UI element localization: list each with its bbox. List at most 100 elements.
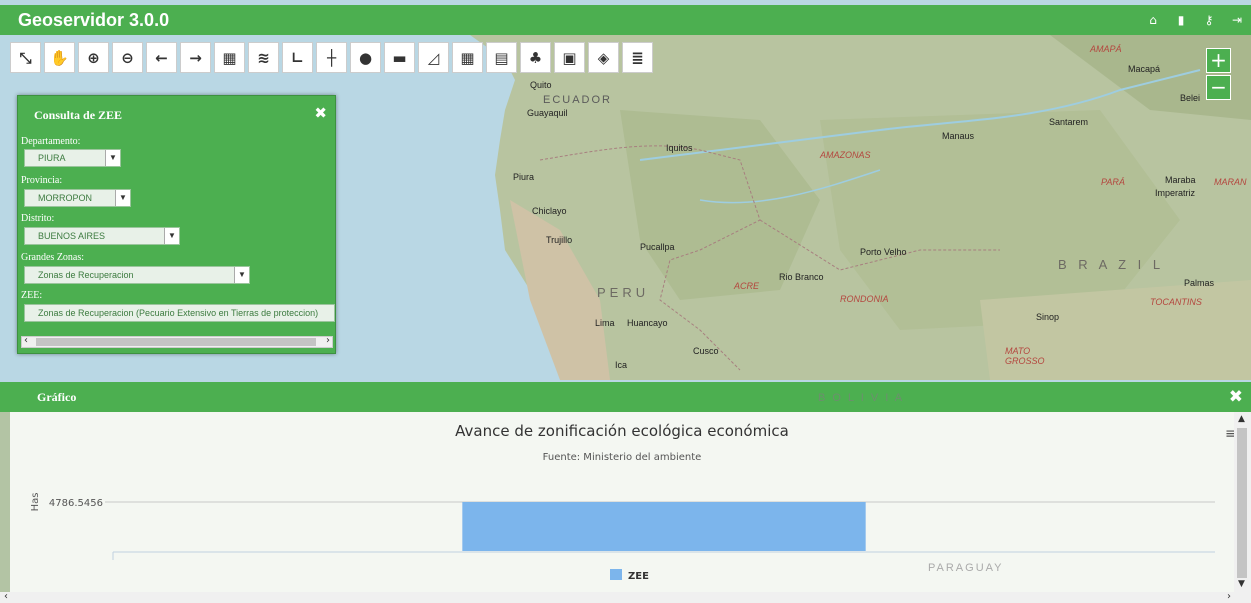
- map-label-manaus: Manaus: [942, 131, 975, 141]
- map-label-acre: ACRE: [734, 281, 760, 291]
- map-label-iquitos: Iquitos: [666, 143, 693, 153]
- chart-panel-title: Gráfico: [37, 390, 77, 404]
- departamento-label: Departamento:: [21, 136, 81, 147]
- map-label-palmas: Palmas: [1184, 278, 1215, 288]
- zoom-in-icon[interactable]: ⊕: [78, 42, 109, 73]
- map-label-belem: Belei: [1180, 93, 1201, 103]
- provincia-value: MORROPON: [38, 193, 92, 203]
- scroll-left-icon[interactable]: ‹: [24, 335, 28, 346]
- map-label-maran: MARAN: [1214, 177, 1247, 187]
- panel-horizontal-scrollbar[interactable]: ‹ ›: [21, 335, 333, 348]
- map-label-guayaquil: Guayaquil: [527, 108, 568, 118]
- distrito-select[interactable]: BUENOS AIRES ▼: [24, 227, 180, 245]
- map-label-peru: PERU: [597, 285, 650, 300]
- map-label-lima: Lima: [595, 318, 615, 328]
- back-arrow-icon[interactable]: ←: [146, 42, 177, 73]
- logout-icon[interactable]: ⇥: [1223, 5, 1251, 35]
- map-label-huancayo: Huancayo: [627, 318, 668, 328]
- lock-document-icon[interactable]: ▣: [554, 42, 585, 73]
- y-axis-title: Has: [30, 493, 41, 512]
- grandes-zonas-select[interactable]: Zonas de Recuperacion ▼: [24, 266, 250, 284]
- chevron-down-icon: ▼: [164, 228, 179, 244]
- map-label-tocantins: TOCANTINS: [1150, 297, 1202, 307]
- close-icon[interactable]: ✖: [314, 104, 327, 122]
- book-icon[interactable]: ▮: [1167, 5, 1195, 35]
- map-label-porto-velho: Porto Velho: [860, 247, 907, 257]
- map-marker-icon[interactable]: ◈: [588, 42, 619, 73]
- zee-select[interactable]: Zonas de Recuperacion (Pecuario Extensiv…: [24, 304, 335, 322]
- scrollbar-thumb[interactable]: [36, 338, 316, 346]
- map-label-imperatriz: Imperatriz: [1155, 188, 1196, 198]
- chart-panel-header: Gráfico B O L I V I A ✖: [0, 382, 1251, 412]
- pan-hand-icon[interactable]: ✋: [44, 42, 75, 73]
- scroll-right-icon[interactable]: ›: [326, 335, 330, 346]
- map-label-amazonas: AMAZONAS: [820, 150, 871, 160]
- map-label-rondonia: RONDONIA: [840, 294, 889, 304]
- measure-distance-icon[interactable]: ∟: [282, 42, 313, 73]
- provincia-label: Provincia:: [21, 175, 63, 186]
- header-actions: ⌂ ▮ ⚷ ⇥: [1139, 5, 1251, 35]
- grid-table-icon[interactable]: ▦: [452, 42, 483, 73]
- chevron-down-icon: ▼: [105, 150, 120, 166]
- map-label-ecuador: ECUADOR: [543, 94, 613, 106]
- chart-horizontal-scrollbar[interactable]: ‹ ›: [0, 591, 1251, 603]
- map-toolbar: ⤡ ✋ ⊕ ⊖ ← → ▦ ≋ ∟ ┼ ● ▬ ◿ ▦ ▤ ♣ ▣ ◈ ≣: [10, 42, 656, 73]
- coordinates-icon[interactable]: ┼: [316, 42, 347, 73]
- y-tick-label: 4786.5456: [49, 498, 103, 509]
- home-icon[interactable]: ⌂: [1139, 5, 1167, 35]
- chart-vertical-scrollbar[interactable]: ▲ ▼: [1234, 412, 1251, 592]
- scroll-right-icon[interactable]: ›: [1227, 591, 1231, 602]
- table-edit-icon[interactable]: ▤: [486, 42, 517, 73]
- bar-chart: 4786.5456 Has ZEE: [30, 493, 1215, 582]
- forward-arrow-icon[interactable]: →: [180, 42, 211, 73]
- zee-value: Zonas de Recuperacion (Pecuario Extensiv…: [38, 308, 319, 318]
- grandes-zonas-value: Zonas de Recuperacion: [38, 270, 134, 280]
- zoom-in-button[interactable]: +: [1206, 48, 1231, 73]
- area-chart-icon[interactable]: ◿: [418, 42, 449, 73]
- zoom-out-icon[interactable]: ⊖: [112, 42, 143, 73]
- grandes-zonas-label: Grandes Zonas:: [21, 252, 85, 263]
- close-icon[interactable]: ✖: [1229, 387, 1243, 407]
- map-label-santarem: Santarem: [1049, 117, 1089, 127]
- zee-panel-title: Consulta de ZEE: [34, 108, 123, 122]
- map-label-cusco: Cusco: [693, 346, 719, 356]
- info-icon[interactable]: ●: [350, 42, 381, 73]
- zoom-control: + −: [1206, 48, 1231, 102]
- layers-icon[interactable]: ≋: [248, 42, 279, 73]
- distrito-value: BUENOS AIRES: [38, 231, 106, 241]
- map-label-maraba: Maraba: [1165, 175, 1196, 185]
- provincia-select[interactable]: MORROPON ▼: [24, 189, 131, 207]
- map-label-macapa: Macapá: [1128, 64, 1161, 74]
- scroll-up-icon[interactable]: ▲: [1238, 414, 1245, 424]
- distrito-label: Distrito:: [21, 213, 55, 224]
- map-label-quito: Quito: [530, 80, 552, 90]
- departamento-value: PIURA: [38, 153, 66, 163]
- map-label-bolivia: B O L I V I A: [818, 392, 905, 404]
- print-icon[interactable]: ▬: [384, 42, 415, 73]
- scroll-down-icon[interactable]: ▼: [1238, 579, 1245, 589]
- map-catalog-icon[interactable]: ▦: [214, 42, 245, 73]
- zee-label: ZEE:: [21, 290, 43, 301]
- chevron-down-icon: ▼: [234, 267, 249, 283]
- app-title: Geoservidor 3.0.0: [18, 10, 170, 30]
- full-extent-icon[interactable]: ⤡: [10, 42, 41, 73]
- departamento-select[interactable]: PIURA ▼: [24, 149, 121, 167]
- map-label-para: PARÁ: [1101, 177, 1125, 187]
- scroll-left-icon[interactable]: ‹: [4, 591, 8, 602]
- key-icon[interactable]: ⚷: [1195, 5, 1223, 35]
- map-label-rio-branco: Rio Branco: [779, 272, 824, 282]
- map-label-mato-grosso: MATO GROSSO: [1005, 346, 1045, 366]
- map-label-ica: Ica: [615, 360, 628, 370]
- map-label-chiclayo: Chiclayo: [532, 206, 567, 216]
- tree-icon[interactable]: ♣: [520, 42, 551, 73]
- app-header: Geoservidor 3.0.0 ⌂ ▮ ⚷ ⇥: [0, 5, 1251, 35]
- layer-stack-icon[interactable]: ≣: [622, 42, 653, 73]
- zoom-out-button[interactable]: −: [1206, 75, 1231, 100]
- scrollbar-thumb[interactable]: [1237, 428, 1247, 578]
- map-label-sinop: Sinop: [1036, 312, 1060, 322]
- chevron-down-icon: ▼: [115, 190, 130, 206]
- map-label-brazil: B R A Z I L: [1058, 257, 1165, 272]
- map-label-amapa: AMAPÁ: [1090, 44, 1122, 54]
- map-label-pucallpa: Pucallpa: [640, 242, 675, 252]
- bar-zee: [462, 502, 866, 551]
